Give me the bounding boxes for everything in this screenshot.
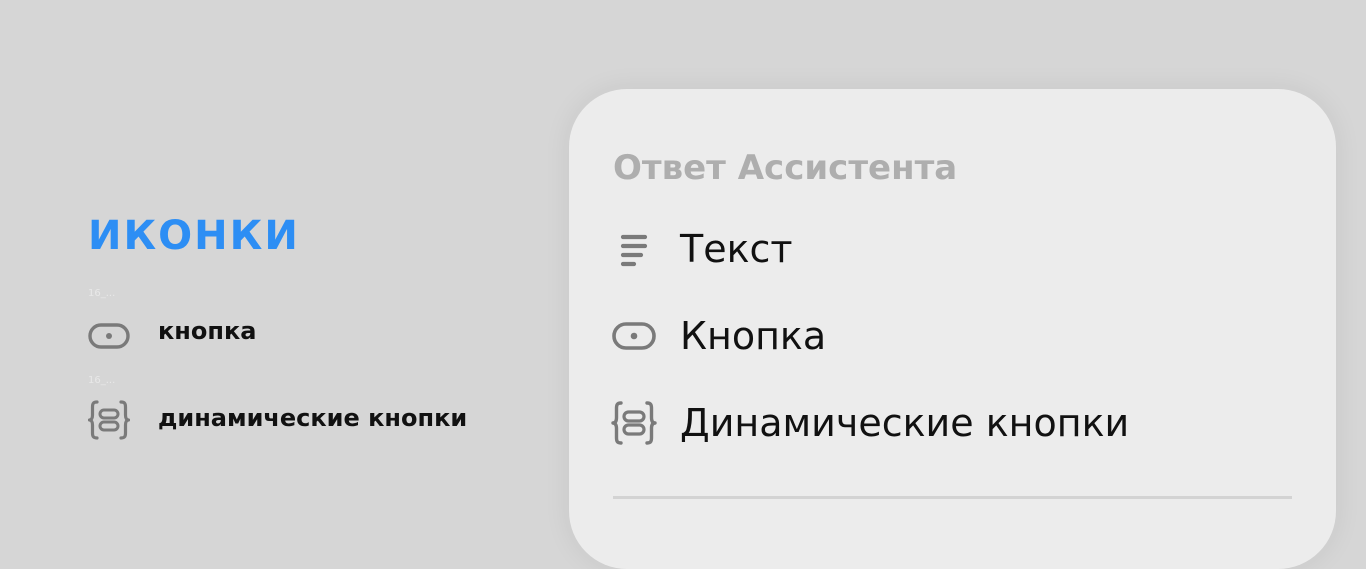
- option-dynamic-buttons-label: Динамические кнопки: [680, 401, 1130, 445]
- legend-title: ИКОНКИ: [88, 213, 300, 259]
- text-icon: [620, 234, 648, 267]
- legend-item-label: кнопка: [158, 317, 257, 345]
- legend-item-tag: 16_...: [88, 375, 116, 386]
- button-icon: [612, 322, 656, 350]
- option-text-label: Текст: [680, 227, 793, 271]
- dynamic-buttons-icon: [88, 400, 130, 440]
- assistant-reply-card: Ответ Ассистента Текст Кнопка Динамическ…: [569, 89, 1336, 569]
- icon-legend: ИКОНКИ 16_... кнопка 16_... динамические…: [88, 210, 548, 440]
- button-icon: [88, 323, 130, 349]
- legend-item-tag: 16_...: [88, 288, 116, 299]
- option-button-label: Кнопка: [680, 314, 827, 358]
- option-text[interactable]: Текст: [611, 220, 1301, 276]
- dynamic-buttons-icon: [611, 401, 657, 445]
- divider: [613, 496, 1292, 499]
- option-dynamic-buttons[interactable]: Динамические кнопки: [611, 394, 1301, 450]
- card-heading: Ответ Ассистента: [613, 148, 958, 188]
- option-button[interactable]: Кнопка: [611, 307, 1301, 363]
- legend-item-label: динамические кнопки: [158, 404, 468, 432]
